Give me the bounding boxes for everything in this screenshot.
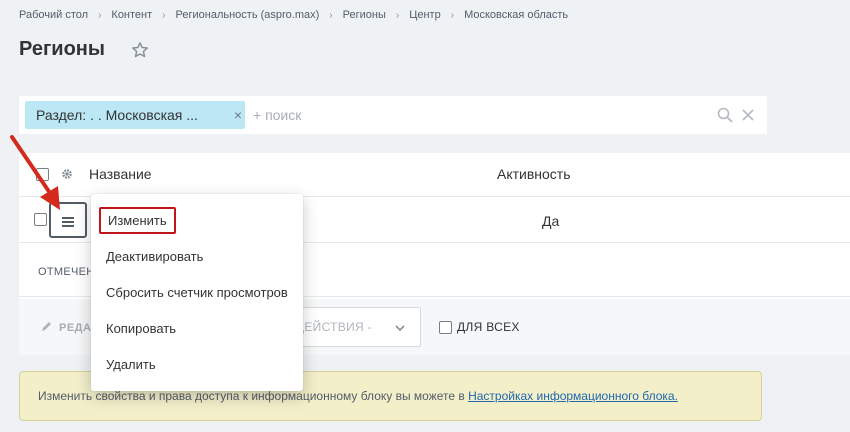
chevron-down-icon [395,325,405,332]
menu-item-reset-views[interactable]: Сбросить счетчик просмотров [106,285,288,300]
breadcrumb-item-moscow-region[interactable]: Московская область [464,9,568,21]
page-title: Регионы [19,38,105,60]
iblock-settings-link[interactable]: Настройках информационного блока. [468,389,678,403]
breadcrumb-separator-icon: › [162,9,166,21]
for-all-checkbox[interactable] [439,321,452,334]
menu-icon-line [62,221,74,223]
breadcrumb-separator-icon: › [450,9,455,21]
filter-bar[interactable]: Раздел: . . Московская ... × + поиск [19,96,767,134]
gear-icon[interactable] [60,167,74,181]
breadcrumb: Рабочий стол › Контент › Региональность … [19,9,568,21]
breadcrumb-item-desktop[interactable]: Рабочий стол [19,9,88,21]
row-context-menu: Изменить Деактивировать Сбросить счетчик… [91,194,303,391]
row-active-value: Да [542,213,560,229]
breadcrumb-item-content[interactable]: Контент [111,9,152,21]
breadcrumb-item-regions[interactable]: Регионы [343,9,386,21]
column-header-active[interactable]: Активность [497,166,571,182]
menu-item-deactivate[interactable]: Деактивировать [106,249,203,264]
menu-item-edit[interactable]: Изменить [99,207,176,234]
search-input[interactable]: + поиск [253,96,301,134]
breadcrumb-separator-icon: › [395,9,400,21]
breadcrumb-item-center[interactable]: Центр [409,9,441,21]
breadcrumb-separator-icon: › [98,9,102,21]
breadcrumb-separator-icon: › [329,9,333,21]
menu-item-copy[interactable]: Копировать [106,321,176,336]
grid-header: Название Активность [19,153,850,197]
column-header-name[interactable]: Название [89,166,152,182]
menu-icon-line [62,225,74,227]
info-text: Изменить свойства и права доступа к инфо… [38,389,678,403]
row-checkbox[interactable] [34,213,47,226]
marked-label: отмечен [38,266,95,278]
select-all-checkbox[interactable] [36,168,49,181]
pencil-icon [42,322,51,331]
close-icon[interactable]: × [230,101,246,129]
for-all-label: ДЛЯ ВСЕХ [457,320,520,334]
breadcrumb-item-regionality[interactable]: Региональность (aspro.max) [176,9,320,21]
filter-chip-section[interactable]: Раздел: . . Московская ... [25,101,245,129]
edit-button[interactable]: РЕДА [41,320,91,334]
menu-icon [62,217,74,219]
edit-button-label: РЕДА [59,322,92,334]
star-icon[interactable] [131,41,149,59]
menu-item-delete[interactable]: Удалить [106,357,156,372]
search-icon[interactable] [717,107,733,123]
info-message: Изменить свойства и права доступа к инфо… [38,389,469,403]
clear-icon[interactable] [741,107,755,123]
row-menu-button[interactable] [49,202,87,238]
